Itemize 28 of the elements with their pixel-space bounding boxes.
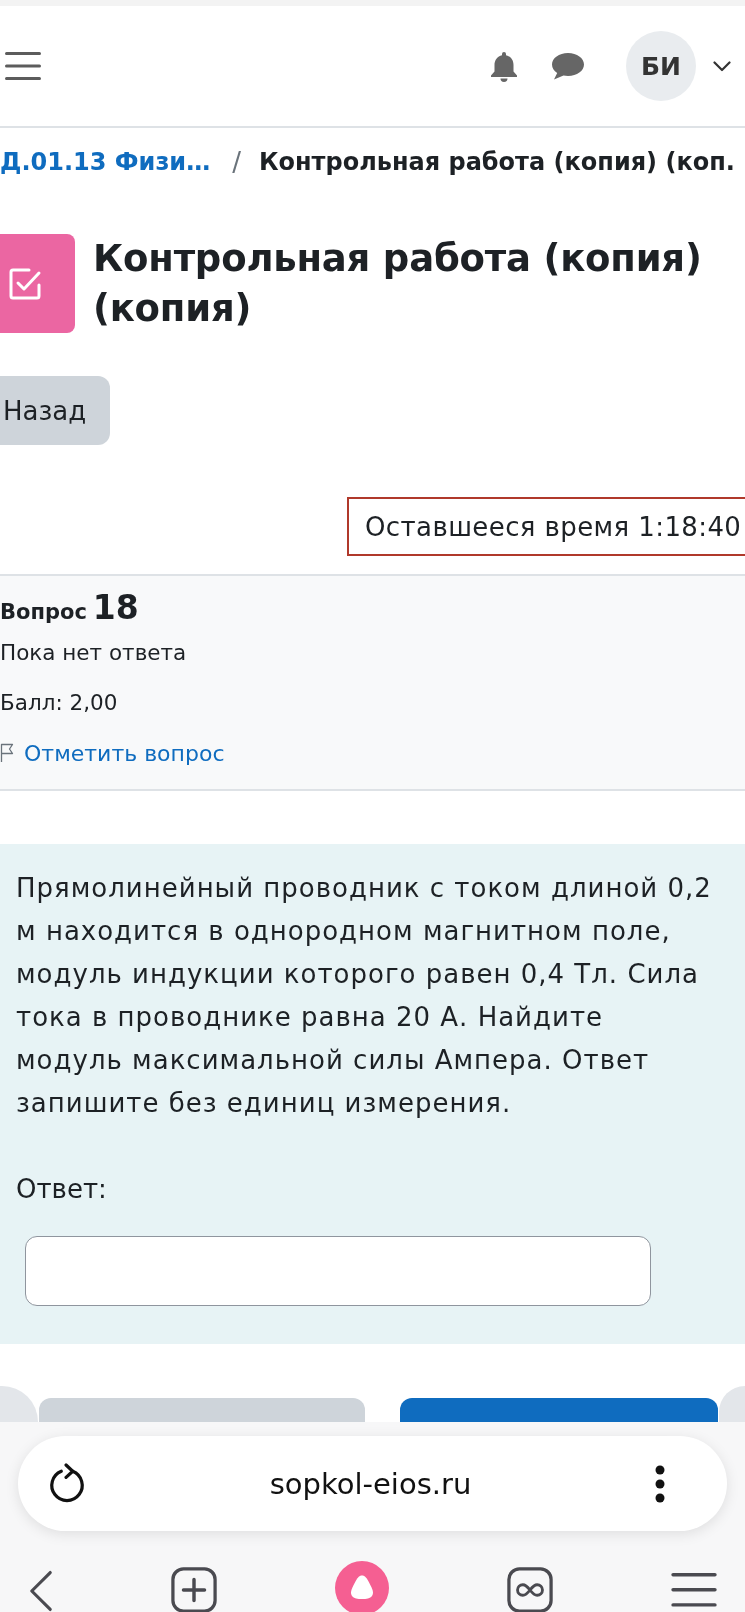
- breadcrumb-link[interactable]: Д.01.13 Физи…: [0, 148, 211, 176]
- menu-icon[interactable]: [670, 1573, 717, 1607]
- user-avatar[interactable]: БИ: [626, 31, 696, 101]
- page-url[interactable]: sopkol-eios.ru: [269, 1466, 472, 1501]
- infinity-tab-icon[interactable]: [506, 1567, 553, 1612]
- more-options-icon[interactable]: [655, 1464, 665, 1503]
- chevron-down-icon[interactable]: [713, 60, 731, 72]
- question-label: Вопрос: [0, 600, 87, 624]
- flag-question-link[interactable]: Отметить вопрос: [24, 740, 225, 766]
- address-bar[interactable]: sopkol-eios.ru: [18, 1436, 727, 1531]
- breadcrumb-current: Контрольная работа (копия) (коп.: [258, 148, 735, 176]
- bell-icon[interactable]: [490, 50, 518, 82]
- new-tab-icon[interactable]: [170, 1567, 217, 1612]
- question-grade: Балл: 2,00: [0, 690, 118, 715]
- time-remaining: Оставшееся время 1:18:40: [347, 497, 745, 556]
- question-text: Прямолинейный проводник с током длиной 0,2 м находится в однородном магнитном поле, модуль индукции которого равен 0,4 Тл. Сила тока в проводнике равна 20 А. Найдите модуль максимальной силы Ампера. Ответ запишите без единиц измерения.: [16, 872, 713, 1120]
- assistant-icon[interactable]: [334, 1561, 389, 1612]
- menu-icon[interactable]: [5, 52, 41, 80]
- answer-label: Ответ:: [16, 1174, 107, 1204]
- back-button[interactable]: Назад: [0, 376, 111, 445]
- reload-icon[interactable]: [48, 1462, 86, 1505]
- answer-field[interactable]: [25, 1236, 651, 1306]
- question-status: Пока нет ответа: [0, 640, 187, 665]
- page-title: Контрольная работа (копия) (копия): [93, 236, 703, 332]
- breadcrumb-separator: /: [232, 147, 241, 177]
- flag-icon[interactable]: [0, 743, 14, 763]
- chat-bubble-icon[interactable]: [551, 52, 585, 80]
- question-number: 18: [92, 588, 139, 627]
